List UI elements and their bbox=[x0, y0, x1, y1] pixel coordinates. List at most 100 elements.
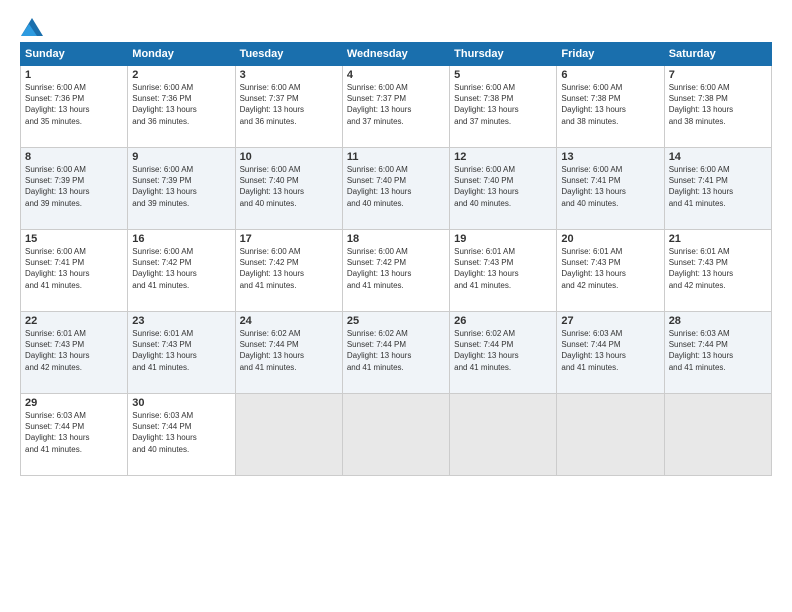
day-cell: 9Sunrise: 6:00 AM Sunset: 7:39 PM Daylig… bbox=[128, 148, 235, 230]
day-info: Sunrise: 6:03 AM Sunset: 7:44 PM Dayligh… bbox=[25, 410, 123, 455]
day-info: Sunrise: 6:00 AM Sunset: 7:40 PM Dayligh… bbox=[240, 164, 338, 209]
day-number: 12 bbox=[454, 151, 552, 163]
day-number: 6 bbox=[561, 69, 659, 81]
day-cell: 17Sunrise: 6:00 AM Sunset: 7:42 PM Dayli… bbox=[235, 230, 342, 312]
day-number: 30 bbox=[132, 397, 230, 409]
day-number: 23 bbox=[132, 315, 230, 327]
day-info: Sunrise: 6:00 AM Sunset: 7:37 PM Dayligh… bbox=[240, 82, 338, 127]
day-info: Sunrise: 6:01 AM Sunset: 7:43 PM Dayligh… bbox=[561, 246, 659, 291]
day-cell bbox=[664, 394, 771, 476]
day-cell: 7Sunrise: 6:00 AM Sunset: 7:38 PM Daylig… bbox=[664, 66, 771, 148]
day-info: Sunrise: 6:03 AM Sunset: 7:44 PM Dayligh… bbox=[561, 328, 659, 373]
day-number: 3 bbox=[240, 69, 338, 81]
day-cell: 30Sunrise: 6:03 AM Sunset: 7:44 PM Dayli… bbox=[128, 394, 235, 476]
day-info: Sunrise: 6:00 AM Sunset: 7:40 PM Dayligh… bbox=[454, 164, 552, 209]
day-info: Sunrise: 6:00 AM Sunset: 7:41 PM Dayligh… bbox=[669, 164, 767, 209]
calendar: SundayMondayTuesdayWednesdayThursdayFrid… bbox=[20, 42, 772, 476]
day-number: 2 bbox=[132, 69, 230, 81]
day-number: 16 bbox=[132, 233, 230, 245]
day-number: 13 bbox=[561, 151, 659, 163]
day-cell: 10Sunrise: 6:00 AM Sunset: 7:40 PM Dayli… bbox=[235, 148, 342, 230]
day-cell: 19Sunrise: 6:01 AM Sunset: 7:43 PM Dayli… bbox=[450, 230, 557, 312]
day-cell: 13Sunrise: 6:00 AM Sunset: 7:41 PM Dayli… bbox=[557, 148, 664, 230]
col-header-sunday: Sunday bbox=[21, 43, 128, 66]
day-cell: 27Sunrise: 6:03 AM Sunset: 7:44 PM Dayli… bbox=[557, 312, 664, 394]
day-info: Sunrise: 6:00 AM Sunset: 7:39 PM Dayligh… bbox=[25, 164, 123, 209]
day-info: Sunrise: 6:03 AM Sunset: 7:44 PM Dayligh… bbox=[132, 410, 230, 455]
day-cell: 6Sunrise: 6:00 AM Sunset: 7:38 PM Daylig… bbox=[557, 66, 664, 148]
day-number: 5 bbox=[454, 69, 552, 81]
day-number: 4 bbox=[347, 69, 445, 81]
day-info: Sunrise: 6:00 AM Sunset: 7:36 PM Dayligh… bbox=[25, 82, 123, 127]
day-cell bbox=[557, 394, 664, 476]
day-info: Sunrise: 6:00 AM Sunset: 7:38 PM Dayligh… bbox=[561, 82, 659, 127]
day-cell bbox=[342, 394, 449, 476]
day-number: 18 bbox=[347, 233, 445, 245]
day-info: Sunrise: 6:00 AM Sunset: 7:39 PM Dayligh… bbox=[132, 164, 230, 209]
day-number: 29 bbox=[25, 397, 123, 409]
col-header-tuesday: Tuesday bbox=[235, 43, 342, 66]
day-number: 27 bbox=[561, 315, 659, 327]
day-info: Sunrise: 6:01 AM Sunset: 7:43 PM Dayligh… bbox=[25, 328, 123, 373]
col-header-saturday: Saturday bbox=[664, 43, 771, 66]
day-cell: 21Sunrise: 6:01 AM Sunset: 7:43 PM Dayli… bbox=[664, 230, 771, 312]
day-number: 17 bbox=[240, 233, 338, 245]
day-cell: 5Sunrise: 6:00 AM Sunset: 7:38 PM Daylig… bbox=[450, 66, 557, 148]
day-info: Sunrise: 6:03 AM Sunset: 7:44 PM Dayligh… bbox=[669, 328, 767, 373]
day-cell: 1Sunrise: 6:00 AM Sunset: 7:36 PM Daylig… bbox=[21, 66, 128, 148]
col-header-thursday: Thursday bbox=[450, 43, 557, 66]
day-number: 14 bbox=[669, 151, 767, 163]
day-info: Sunrise: 6:00 AM Sunset: 7:38 PM Dayligh… bbox=[669, 82, 767, 127]
day-number: 19 bbox=[454, 233, 552, 245]
day-cell: 11Sunrise: 6:00 AM Sunset: 7:40 PM Dayli… bbox=[342, 148, 449, 230]
day-info: Sunrise: 6:00 AM Sunset: 7:42 PM Dayligh… bbox=[240, 246, 338, 291]
day-number: 24 bbox=[240, 315, 338, 327]
day-cell: 8Sunrise: 6:00 AM Sunset: 7:39 PM Daylig… bbox=[21, 148, 128, 230]
day-info: Sunrise: 6:00 AM Sunset: 7:41 PM Dayligh… bbox=[25, 246, 123, 291]
day-number: 22 bbox=[25, 315, 123, 327]
page: SundayMondayTuesdayWednesdayThursdayFrid… bbox=[0, 0, 792, 612]
col-header-friday: Friday bbox=[557, 43, 664, 66]
day-info: Sunrise: 6:02 AM Sunset: 7:44 PM Dayligh… bbox=[240, 328, 338, 373]
day-number: 8 bbox=[25, 151, 123, 163]
week-row-1: 1Sunrise: 6:00 AM Sunset: 7:36 PM Daylig… bbox=[21, 66, 772, 148]
day-number: 21 bbox=[669, 233, 767, 245]
day-cell: 15Sunrise: 6:00 AM Sunset: 7:41 PM Dayli… bbox=[21, 230, 128, 312]
day-info: Sunrise: 6:01 AM Sunset: 7:43 PM Dayligh… bbox=[454, 246, 552, 291]
day-cell: 26Sunrise: 6:02 AM Sunset: 7:44 PM Dayli… bbox=[450, 312, 557, 394]
logo bbox=[20, 18, 44, 32]
week-row-4: 22Sunrise: 6:01 AM Sunset: 7:43 PM Dayli… bbox=[21, 312, 772, 394]
day-cell: 25Sunrise: 6:02 AM Sunset: 7:44 PM Dayli… bbox=[342, 312, 449, 394]
day-number: 26 bbox=[454, 315, 552, 327]
day-number: 25 bbox=[347, 315, 445, 327]
day-cell: 14Sunrise: 6:00 AM Sunset: 7:41 PM Dayli… bbox=[664, 148, 771, 230]
logo-text bbox=[20, 18, 44, 36]
header bbox=[20, 18, 772, 32]
day-info: Sunrise: 6:01 AM Sunset: 7:43 PM Dayligh… bbox=[132, 328, 230, 373]
logo-icon bbox=[21, 18, 43, 36]
header-row: SundayMondayTuesdayWednesdayThursdayFrid… bbox=[21, 43, 772, 66]
day-info: Sunrise: 6:01 AM Sunset: 7:43 PM Dayligh… bbox=[669, 246, 767, 291]
day-number: 11 bbox=[347, 151, 445, 163]
col-header-wednesday: Wednesday bbox=[342, 43, 449, 66]
day-info: Sunrise: 6:00 AM Sunset: 7:37 PM Dayligh… bbox=[347, 82, 445, 127]
day-info: Sunrise: 6:00 AM Sunset: 7:42 PM Dayligh… bbox=[132, 246, 230, 291]
day-cell: 24Sunrise: 6:02 AM Sunset: 7:44 PM Dayli… bbox=[235, 312, 342, 394]
day-info: Sunrise: 6:02 AM Sunset: 7:44 PM Dayligh… bbox=[454, 328, 552, 373]
day-number: 10 bbox=[240, 151, 338, 163]
day-number: 9 bbox=[132, 151, 230, 163]
day-cell: 20Sunrise: 6:01 AM Sunset: 7:43 PM Dayli… bbox=[557, 230, 664, 312]
day-number: 28 bbox=[669, 315, 767, 327]
day-info: Sunrise: 6:02 AM Sunset: 7:44 PM Dayligh… bbox=[347, 328, 445, 373]
week-row-5: 29Sunrise: 6:03 AM Sunset: 7:44 PM Dayli… bbox=[21, 394, 772, 476]
day-info: Sunrise: 6:00 AM Sunset: 7:36 PM Dayligh… bbox=[132, 82, 230, 127]
day-number: 1 bbox=[25, 69, 123, 81]
day-cell bbox=[235, 394, 342, 476]
day-info: Sunrise: 6:00 AM Sunset: 7:38 PM Dayligh… bbox=[454, 82, 552, 127]
week-row-2: 8Sunrise: 6:00 AM Sunset: 7:39 PM Daylig… bbox=[21, 148, 772, 230]
day-info: Sunrise: 6:00 AM Sunset: 7:42 PM Dayligh… bbox=[347, 246, 445, 291]
day-cell: 28Sunrise: 6:03 AM Sunset: 7:44 PM Dayli… bbox=[664, 312, 771, 394]
day-info: Sunrise: 6:00 AM Sunset: 7:40 PM Dayligh… bbox=[347, 164, 445, 209]
day-number: 20 bbox=[561, 233, 659, 245]
day-cell: 2Sunrise: 6:00 AM Sunset: 7:36 PM Daylig… bbox=[128, 66, 235, 148]
